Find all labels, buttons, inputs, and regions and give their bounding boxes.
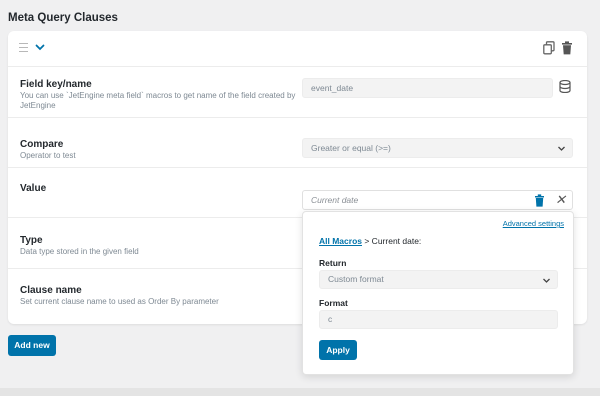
macros-popup: Advanced settings All Macros > Current d… — [302, 211, 574, 375]
chevron-down-icon[interactable] — [34, 41, 46, 53]
chevron-down-icon — [543, 278, 550, 283]
format-input[interactable]: c — [319, 310, 558, 329]
card-header — [8, 31, 587, 67]
close-icon[interactable]: ✕ — [555, 193, 566, 207]
macro-path: > Current date: — [362, 236, 422, 246]
return-select-value: Custom format — [328, 274, 384, 284]
return-select[interactable]: Custom format — [319, 270, 558, 289]
value-input-placeholder: Current date — [311, 195, 359, 205]
footer-bar — [0, 388, 600, 396]
trash-icon[interactable] — [561, 41, 573, 55]
all-macros-link[interactable]: All Macros — [319, 236, 362, 246]
field-key-description: You can use `JetEngine meta field` macro… — [20, 91, 296, 110]
compare-select[interactable]: Greater or equal (>=) — [302, 138, 573, 158]
trash-icon[interactable] — [534, 194, 545, 207]
type-description: Data type stored in the given field — [20, 247, 139, 256]
database-icon[interactable] — [559, 80, 571, 93]
drag-handle-icon[interactable] — [19, 43, 28, 52]
value-label: Value — [20, 183, 47, 194]
type-label: Type — [20, 235, 43, 246]
compare-select-value: Greater or equal (>=) — [311, 143, 391, 153]
field-key-input[interactable]: event_date — [302, 78, 553, 98]
section-title: Meta Query Clauses — [8, 12, 118, 24]
copy-icon[interactable] — [543, 41, 555, 55]
field-key-label: Field key/name — [20, 79, 92, 90]
add-new-button[interactable]: Add new — [8, 335, 56, 356]
value-input[interactable]: Current date ✕ — [302, 190, 573, 210]
clause-name-description: Set current clause name to used as Order… — [20, 297, 219, 306]
advanced-settings-link[interactable]: Advanced settings — [503, 219, 564, 228]
compare-label: Compare — [20, 139, 64, 150]
macros-breadcrumb: All Macros > Current date: — [319, 236, 421, 246]
return-label: Return — [319, 258, 347, 268]
compare-description: Operator to test — [20, 151, 76, 160]
apply-button[interactable]: Apply — [319, 340, 357, 360]
clause-name-label: Clause name — [20, 285, 82, 296]
chevron-down-icon — [558, 146, 565, 151]
format-label: Format — [319, 298, 348, 308]
